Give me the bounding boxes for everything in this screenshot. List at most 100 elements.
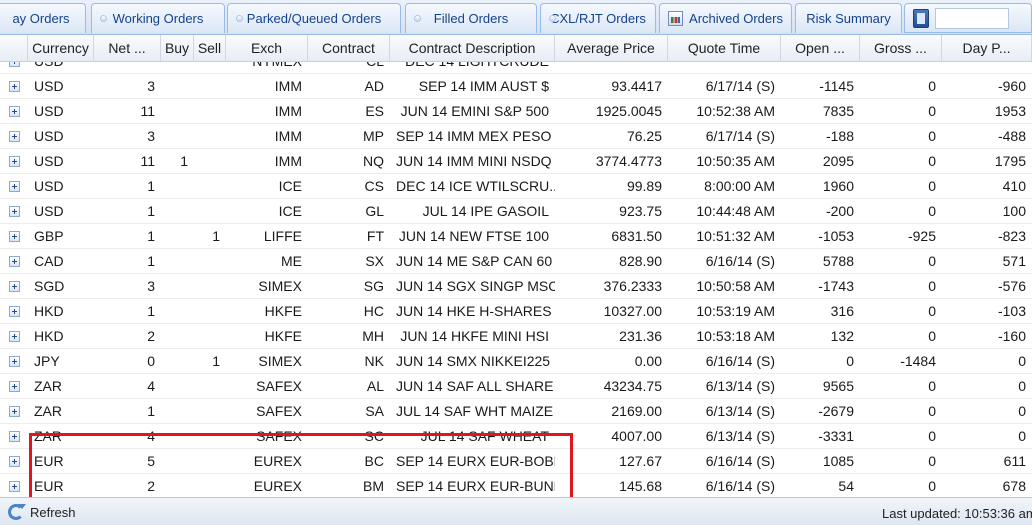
table-row[interactable]: USD 1 ICE GL JUL 14 IPE GASOIL 923.75 10:44:48… <box>0 199 1032 224</box>
table-row[interactable]: JPY 0 1 SIMEX NK JUN 14 SMX NIKKEI225 0.00 6/16… <box>0 349 1032 374</box>
cell-average-price: 231.36 <box>619 328 662 344</box>
table-row[interactable]: USD 11 1 IMM NQ JUN 14 IMM MINI NSDQ 3774.4773… <box>0 149 1032 174</box>
cell-sell <box>194 62 226 74</box>
table-row[interactable]: GBP 1 1 LIFFE FT JUN 14 NEW FTSE 100 6831.50 10… <box>0 224 1032 249</box>
expand-plus-icon[interactable] <box>9 381 20 392</box>
cell-contract-description: JUN 14 SAF ALL SHARE <box>396 378 554 394</box>
cell-buy <box>161 224 194 249</box>
column-header-open[interactable]: Open ... <box>781 35 860 62</box>
column-header-sell[interactable]: Sell <box>194 35 226 62</box>
expand-plus-icon[interactable] <box>9 81 20 92</box>
table-row[interactable]: ZAR 4 SAFEX SC JUL 14 SAF WHEAT 4007.00 6/13/1… <box>0 424 1032 449</box>
cell-contract-description: JUN 14 EMINI S&P 500 <box>400 103 549 119</box>
expand-plus-icon[interactable] <box>9 206 20 217</box>
expand-plus-icon[interactable] <box>9 181 20 192</box>
cell-average-price: 376.2333 <box>603 278 662 294</box>
expand-plus-icon[interactable] <box>9 431 20 442</box>
expand-plus-icon[interactable] <box>9 481 20 492</box>
cell-net: 11 <box>140 103 155 119</box>
cell-average-price <box>555 62 668 74</box>
table-row[interactable]: EUR 2 EUREX BM SEP 14 EURX EUR-BUND 145.68 6/1… <box>0 474 1032 497</box>
table-row[interactable]: HKD 1 HKFE HC JUN 14 HKE H-SHARES 10327.00 10:… <box>0 299 1032 324</box>
cell-open: 132 <box>830 328 854 344</box>
cell-sell <box>194 324 226 349</box>
cell-sell <box>194 124 226 149</box>
cell-contract: MP <box>363 128 384 144</box>
cell-currency: CAD <box>34 253 64 269</box>
column-header-contract-description[interactable]: Contract Description <box>390 35 555 62</box>
cell-exch: EUREX <box>253 478 302 494</box>
column-header-exch[interactable]: Exch <box>226 35 308 62</box>
tab-search[interactable] <box>904 3 1032 33</box>
column-header-contract[interactable]: Contract <box>308 35 390 62</box>
tab-cxl-rjt-orders[interactable]: CXL/RJT Orders <box>540 3 656 33</box>
expand-plus-icon[interactable] <box>9 331 20 342</box>
expand-plus-icon[interactable] <box>9 356 20 367</box>
expand-plus-icon[interactable] <box>9 406 20 417</box>
tab-ay-orders[interactable]: ay Orders <box>0 3 86 33</box>
cell-contract-description: SEP 14 IMM AUST $ <box>418 78 549 94</box>
expand-plus-icon[interactable] <box>9 306 20 317</box>
table-row[interactable]: SGD 3 SIMEX SG JUN 14 SGX SINGP MSCI 376.2333… <box>0 274 1032 299</box>
table-row[interactable]: EUR 5 EUREX BC SEP 14 EURX EUR-BOBL 127.67 6/1… <box>0 449 1032 474</box>
expand-plus-icon[interactable] <box>9 156 20 167</box>
cell-day-p: 0 <box>1018 378 1026 394</box>
last-updated-text: Last updated: 10:53:36 am <box>882 506 1032 521</box>
cell-average-price: 6831.50 <box>611 228 662 244</box>
table-row[interactable]: ZAR 4 SAFEX AL JUN 14 SAF ALL SHARE 43234.75 6… <box>0 374 1032 399</box>
expand-plus-icon[interactable] <box>9 131 20 142</box>
column-header-buy[interactable]: Buy <box>161 35 194 62</box>
cell-open: -3331 <box>818 428 854 444</box>
column-header-net[interactable]: Net ... <box>94 35 161 62</box>
cell-buy <box>161 274 194 299</box>
table-row[interactable]: CAD 1 ME SX JUN 14 ME S&P CAN 60 828.90 6/16/1… <box>0 249 1032 274</box>
expand-plus-icon[interactable] <box>9 106 20 117</box>
expand-plus-icon[interactable] <box>9 281 20 292</box>
expand-plus-icon[interactable] <box>9 456 20 467</box>
cell-quote-time: 8:00:00 AM <box>704 178 775 194</box>
chart-icon <box>668 11 684 26</box>
column-header-currency[interactable]: Currency <box>28 35 94 62</box>
table-row[interactable]: USD 3 IMM MP SEP 14 IMM MEX PESO 76.25 6/17/14… <box>0 124 1032 149</box>
cell-average-price: 0.00 <box>634 353 662 369</box>
column-header-average-price[interactable]: Average Price <box>555 35 668 62</box>
cell-buy <box>161 62 194 74</box>
cell-net: 3 <box>147 128 155 144</box>
table-row[interactable]: USD 3 IMM AD SEP 14 IMM AUST $ 93.4417 6/17/14… <box>0 74 1032 99</box>
cell-quote-time: 6/17/14 (S) <box>705 128 775 144</box>
tab-parked-queued-orders[interactable]: Parked/Queued Orders <box>227 3 401 33</box>
search-input[interactable] <box>935 8 1009 29</box>
tab-filled-orders[interactable]: Filled Orders <box>405 3 537 33</box>
expand-plus-icon[interactable] <box>9 62 20 67</box>
cell-contract: FT <box>366 228 384 244</box>
cell-contract-description: JUN 14 NEW FTSE 100 <box>398 228 549 244</box>
cell-contract: NQ <box>363 153 384 169</box>
cell-sell <box>194 449 226 474</box>
tab-working-orders[interactable]: Working Orders <box>91 3 225 33</box>
tab-label: ay Orders <box>12 11 70 26</box>
cell-currency: USD <box>34 178 64 194</box>
column-header-day-p[interactable]: Day P... <box>942 35 1032 62</box>
cell-quote-time: 6/16/14 (S) <box>705 253 775 269</box>
table-row[interactable]: USD NYMEXCLDEC 14 LIGHTCRUDE <box>0 62 1032 74</box>
table-row[interactable]: ZAR 1 SAFEX SA JUL 14 SAF WHT MAIZE 2169.00 6/… <box>0 399 1032 424</box>
table-row[interactable]: USD 1 ICE CS DEC 14 ICE WTILSCRU... 99.89 8:00… <box>0 174 1032 199</box>
expand-plus-icon[interactable] <box>9 231 20 242</box>
cell-gross: 0 <box>928 103 936 119</box>
cell-currency: USD <box>34 78 64 94</box>
cell-buy <box>161 199 194 224</box>
table-row[interactable]: USD 11 IMM ES JUN 14 EMINI S&P 500 1925.0045 1… <box>0 99 1032 124</box>
cell-currency: SGD <box>34 278 65 294</box>
refresh-button[interactable]: Refresh <box>8 502 76 522</box>
cell-net: 11 <box>140 153 155 169</box>
tab-risk-summary[interactable]: Risk Summary <box>795 3 902 33</box>
column-header-quote-time[interactable]: Quote Time <box>668 35 781 62</box>
table-row[interactable]: HKD 2 HKFE MH JUN 14 HKFE MINI HSI 231.36 10:5… <box>0 324 1032 349</box>
cell-currency: USD <box>34 203 64 219</box>
cell-net: 4 <box>147 428 155 444</box>
cell-currency: USD <box>34 103 64 119</box>
column-header-gross[interactable]: Gross ... <box>860 35 942 62</box>
expand-plus-icon[interactable] <box>9 256 20 267</box>
tab-label: Filled Orders <box>433 11 509 26</box>
tab-archived-orders[interactable]: Archived Orders <box>659 3 792 33</box>
